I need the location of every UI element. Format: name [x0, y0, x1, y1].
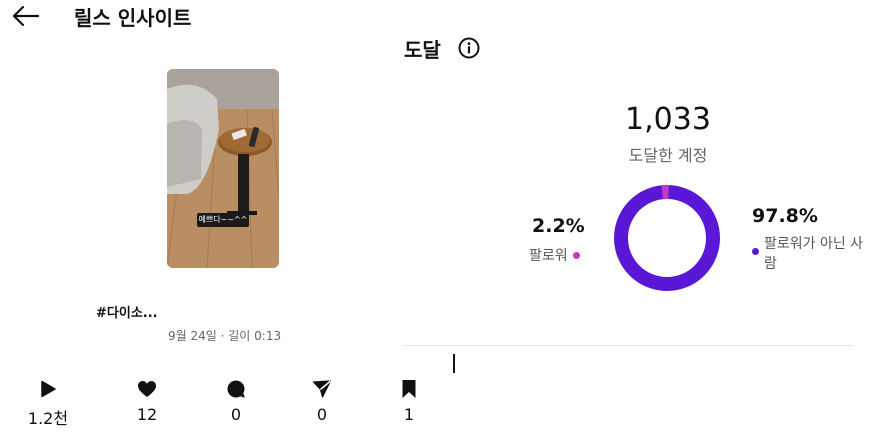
followers-dot	[572, 251, 580, 259]
share-icon	[312, 380, 332, 398]
heart-icon	[138, 381, 156, 397]
followers-percent: 2.2%	[532, 215, 585, 237]
reel-thumbnail[interactable]: 예쁘다~~^^	[167, 69, 279, 268]
shares-stat[interactable]: 0	[292, 378, 352, 424]
saves-stat[interactable]: 1	[379, 378, 439, 424]
back-button[interactable]	[10, 4, 40, 28]
section-divider	[404, 345, 854, 346]
non-followers-arc	[614, 185, 720, 291]
comment-icon	[227, 380, 245, 398]
followers-label: 팔로워	[529, 248, 568, 264]
plays-count: 1.2천	[27, 409, 69, 428]
likes-stat[interactable]: 12	[117, 378, 177, 424]
text-cursor	[453, 354, 455, 373]
plays-stat[interactable]: 1.2천	[18, 378, 78, 429]
shares-count: 0	[316, 405, 328, 424]
reel-preview-image	[167, 69, 279, 268]
non-followers-percent: 97.8%	[752, 205, 818, 227]
info-icon	[458, 37, 480, 59]
reel-meta: 9월 24일 · 길이 0:13	[168, 329, 282, 343]
non-followers-legend: 팔로워가 아닌 사람	[752, 234, 864, 274]
info-button[interactable]	[458, 37, 480, 59]
play-icon	[41, 380, 56, 398]
accounts-reached-value: 1,033	[625, 102, 711, 137]
reach-title: 도달	[404, 38, 441, 62]
comments-count: 0	[230, 405, 242, 424]
comments-stat[interactable]: 0	[206, 378, 266, 424]
arrow-left-icon	[12, 5, 40, 27]
reel-caption-overlay: 예쁘다~~^^	[197, 213, 249, 227]
page-title: 릴스 인사이트	[74, 6, 192, 30]
accounts-reached-label: 도달한 계정	[628, 146, 708, 165]
non-followers-dot	[752, 248, 759, 255]
bookmark-icon	[402, 380, 416, 398]
non-followers-label: 팔로워가 아닌 사람	[764, 236, 864, 272]
reel-title: #다이소...	[96, 306, 158, 321]
saves-count: 1	[403, 405, 415, 424]
likes-count: 12	[136, 405, 158, 424]
reach-donut-chart	[614, 185, 720, 291]
followers-legend: 팔로워	[529, 245, 580, 265]
